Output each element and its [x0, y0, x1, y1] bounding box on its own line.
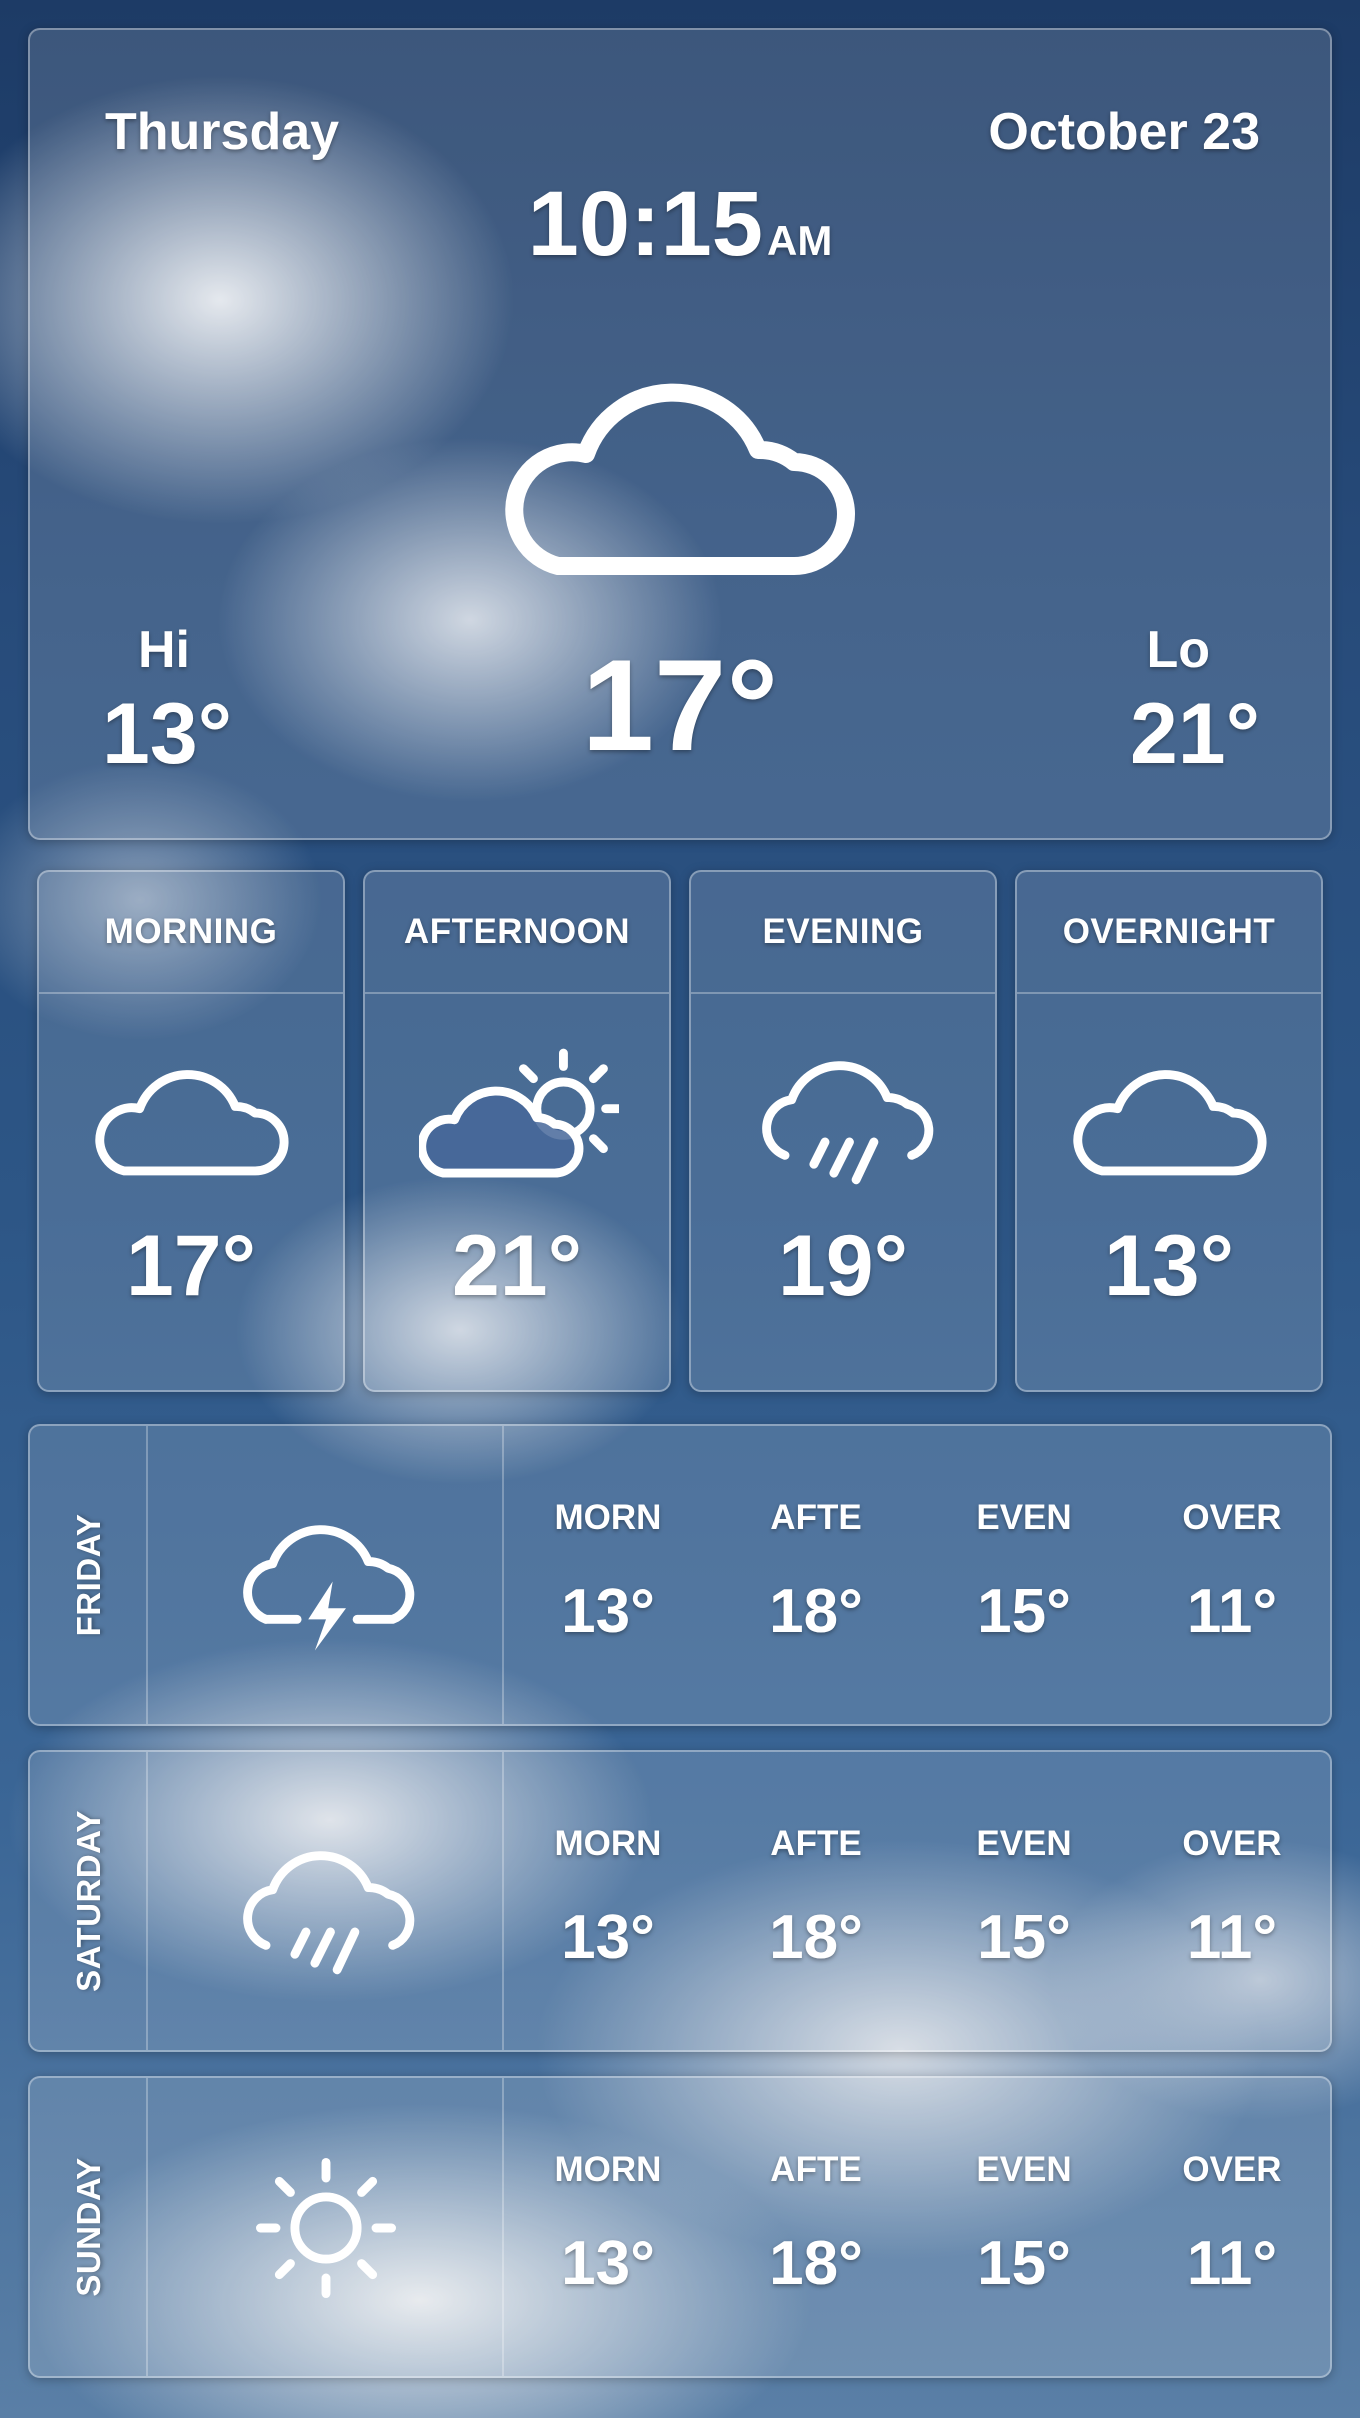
forecast-day-label: FRIDAY — [70, 1513, 107, 1637]
current-date: October 23 — [988, 103, 1260, 161]
slot-temperature: 15° — [977, 1903, 1071, 1972]
rain-icon — [762, 1061, 934, 1185]
slot-temperature: 18° — [769, 2229, 863, 2298]
slot-label: MORN — [554, 1824, 662, 1863]
slot-overnight: OVER 11° — [1128, 1426, 1336, 1724]
slot-temperature: 18° — [769, 1577, 863, 1646]
slot-temperature: 13° — [561, 1903, 655, 1972]
slot-temperature: 13° — [561, 2229, 655, 2298]
partly-sunny-icon — [419, 1048, 619, 1178]
slot-label: AFTE — [770, 1498, 862, 1537]
slot-temperature: 13° — [561, 1577, 655, 1646]
current-day: Thursday — [105, 103, 340, 161]
slot-temperature: 15° — [977, 2229, 1071, 2298]
sun-icon — [256, 2158, 396, 2298]
slot-afternoon: AFTE 18° — [712, 1426, 920, 1724]
cloud-icon — [95, 1070, 289, 1176]
period-card-morning[interactable]: MORNING 17° — [37, 870, 345, 1392]
slot-label: AFTE — [770, 1824, 862, 1863]
time-value: 10:15 — [527, 173, 763, 275]
day-label-column: FRIDAY — [30, 1426, 148, 1724]
period-temperature: 17° — [125, 1218, 257, 1314]
time-ampm: AM — [766, 217, 833, 264]
slot-afternoon: AFTE 18° — [712, 2078, 920, 2376]
slot-label: OVER — [1182, 1824, 1282, 1863]
cloud-icon — [1073, 1070, 1267, 1176]
period-label: MORNING — [39, 872, 343, 994]
slot-morning: MORN 13° — [504, 1426, 712, 1724]
period-label: OVERNIGHT — [1017, 872, 1321, 994]
slot-temperature: 18° — [769, 1903, 863, 1972]
forecast-row-sunday[interactable]: SUNDAY MORN 13° AFTE 18° EVEN 15° OVER 1… — [28, 2076, 1332, 2378]
day-icon-column — [148, 1752, 504, 2050]
forecast-slots: MORN 13° AFTE 18° EVEN 15° OVER 11° — [504, 1426, 1330, 1724]
lo-label: Lo — [1146, 621, 1210, 679]
day-icon-column — [148, 2078, 504, 2376]
slot-evening: EVEN 15° — [920, 1426, 1128, 1724]
period-card-overnight[interactable]: OVERNIGHT 13° — [1015, 870, 1323, 1392]
current-weather-panel: Thursday October 23 10:15AM Hi 13° 17° L… — [28, 28, 1332, 840]
forecast-day-label: SUNDAY — [70, 2157, 107, 2297]
period-temperature: 19° — [777, 1218, 909, 1314]
slot-label: OVER — [1182, 1498, 1282, 1537]
slot-label: AFTE — [770, 2150, 862, 2189]
period-card-evening[interactable]: EVENING 19° — [689, 870, 997, 1392]
slot-label: EVEN — [976, 1498, 1072, 1537]
lo-value: 21° — [1129, 686, 1260, 782]
slot-overnight: OVER 11° — [1128, 1752, 1336, 2050]
slot-label: EVEN — [976, 1824, 1072, 1863]
slot-label: MORN — [554, 1498, 662, 1537]
period-label: EVENING — [691, 872, 995, 994]
thunderstorm-icon — [243, 1525, 415, 1651]
slot-label: EVEN — [976, 2150, 1072, 2189]
slot-morning: MORN 13° — [504, 1752, 712, 2050]
slot-afternoon: AFTE 18° — [712, 1752, 920, 2050]
slot-temperature: 11° — [1186, 2229, 1278, 2298]
slot-temperature: 15° — [977, 1577, 1071, 1646]
slot-label: MORN — [554, 2150, 662, 2189]
slot-temperature: 11° — [1186, 1577, 1278, 1646]
forecast-row-friday[interactable]: FRIDAY MORN 13° AFTE 18° EVEN 15° OVER 1… — [28, 1424, 1332, 1726]
forecast-day-label: SATURDAY — [70, 1810, 107, 1992]
forecast-slots: MORN 13° AFTE 18° EVEN 15° OVER 11° — [504, 1752, 1330, 2050]
slot-temperature: 11° — [1186, 1903, 1278, 1972]
slot-morning: MORN 13° — [504, 2078, 712, 2376]
forecast-row-saturday[interactable]: SATURDAY MORN 13° AFTE 18° EVEN 15° OVER… — [28, 1750, 1332, 2052]
current-time: 10:15AM — [30, 172, 1330, 277]
period-card-afternoon[interactable]: AFTERNOON 21° — [363, 870, 671, 1392]
day-icon-column — [148, 1426, 504, 1724]
period-label: AFTERNOON — [365, 872, 669, 994]
rain-icon — [243, 1851, 415, 1975]
period-temperature: 21° — [451, 1218, 583, 1314]
cloud-icon — [505, 383, 855, 575]
slot-evening: EVEN 15° — [920, 1752, 1128, 2050]
period-temperature: 13° — [1103, 1218, 1235, 1314]
day-label-column: SATURDAY — [30, 1752, 148, 2050]
slot-overnight: OVER 11° — [1128, 2078, 1336, 2376]
forecast-slots: MORN 13° AFTE 18° EVEN 15° OVER 11° — [504, 2078, 1330, 2376]
slot-label: OVER — [1182, 2150, 1282, 2189]
day-label-column: SUNDAY — [30, 2078, 148, 2376]
slot-evening: EVEN 15° — [920, 2078, 1128, 2376]
